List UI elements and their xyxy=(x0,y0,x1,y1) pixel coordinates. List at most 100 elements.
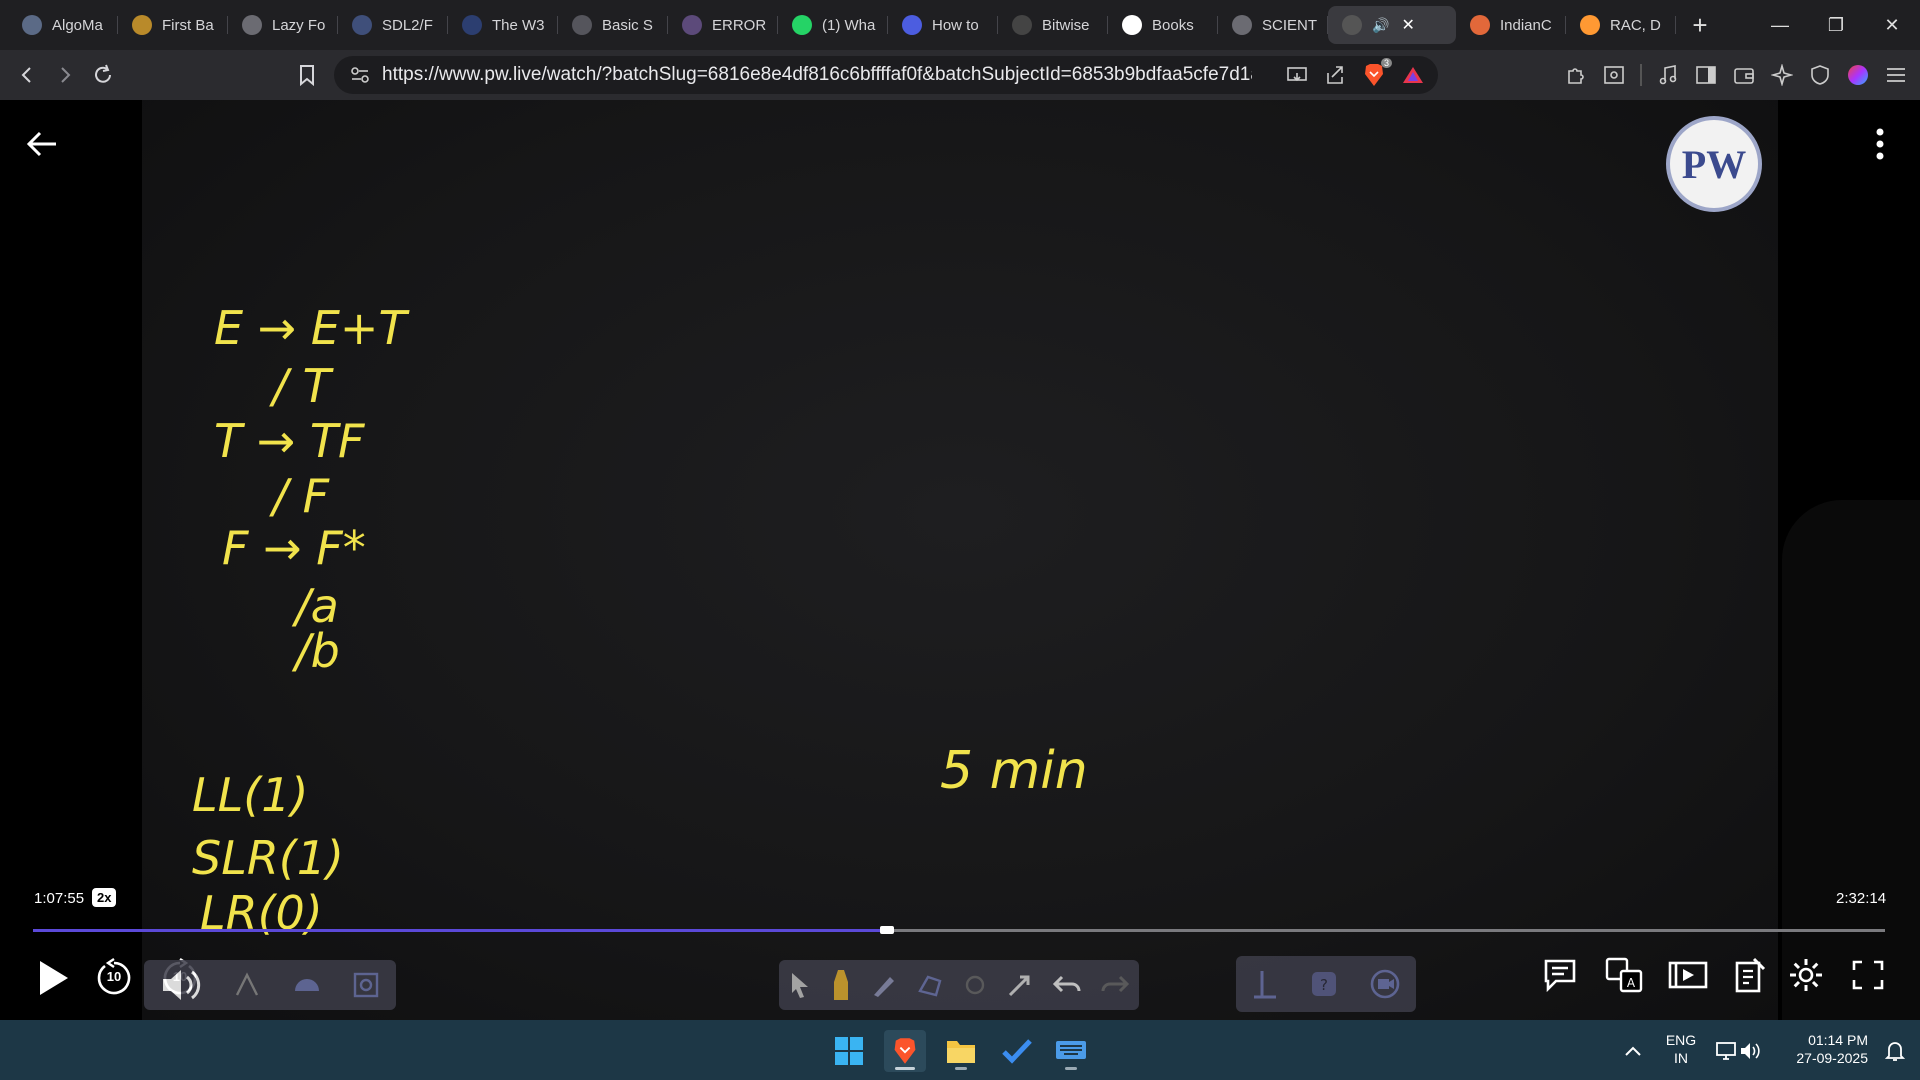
browser-tab[interactable]: Bitwise xyxy=(998,6,1108,44)
chat-button[interactable] xyxy=(1540,955,1580,995)
notifications-button[interactable] xyxy=(1874,1030,1916,1072)
brave-badge: 3 xyxy=(1380,58,1392,68)
seek-bar[interactable] xyxy=(33,926,1885,934)
parser-item: SLR(1) xyxy=(192,831,344,885)
address-bar-actions: 3 xyxy=(1286,56,1424,94)
browser-tab[interactable]: (1) Wha xyxy=(778,6,888,44)
audio-playing-icon[interactable]: 🔊 xyxy=(1372,17,1389,34)
browser-tab[interactable]: Books xyxy=(1108,6,1218,44)
browser-tab[interactable]: Basic S xyxy=(558,6,668,44)
browser-tab[interactable]: First Ba xyxy=(118,6,228,44)
volume-icon[interactable] xyxy=(160,967,202,1003)
close-window-button[interactable]: ✕ xyxy=(1864,0,1920,50)
more-options-icon[interactable] xyxy=(1868,124,1892,164)
leo-ai-icon[interactable] xyxy=(1770,63,1794,87)
translate-button[interactable]: A xyxy=(1604,955,1644,995)
browser-tab[interactable]: How to xyxy=(888,6,998,44)
browser-tab[interactable]: IndianC xyxy=(1456,6,1566,44)
notes-icon xyxy=(1735,957,1766,993)
back-arrow-icon[interactable] xyxy=(22,124,62,164)
settings-button[interactable] xyxy=(1786,955,1826,995)
fullscreen-button[interactable] xyxy=(1848,955,1888,995)
tab-label: IndianC xyxy=(1500,16,1552,34)
bookmark-blue-icon xyxy=(902,15,922,35)
globe-icon xyxy=(1232,15,1252,35)
brave-shields-button[interactable]: 3 xyxy=(1362,58,1392,88)
translate-icon: A xyxy=(1605,957,1643,993)
taskbar-keyboard[interactable] xyxy=(1050,1030,1092,1072)
tab-label: First Ba xyxy=(162,16,214,34)
planet-icon xyxy=(682,15,702,35)
video-chat-icon xyxy=(1370,969,1399,999)
taskbar-brave[interactable] xyxy=(884,1030,926,1072)
rewind-10-button[interactable]: 10 xyxy=(94,955,134,1001)
protractor-tool-icon xyxy=(294,979,319,991)
annotation-toolbar xyxy=(779,960,1139,1010)
minimize-button[interactable]: — xyxy=(1752,0,1808,50)
reload-button[interactable] xyxy=(84,56,122,94)
keyboard-icon xyxy=(1056,1041,1086,1059)
cursor-icon xyxy=(792,973,808,998)
language-indicator[interactable]: ENG IN xyxy=(1662,1031,1700,1067)
browser-tab[interactable]: SDL2/F xyxy=(338,6,448,44)
restore-button[interactable]: ❐ xyxy=(1808,0,1864,50)
new-tab-button[interactable]: + xyxy=(1682,7,1718,43)
taskbar-file-explorer[interactable] xyxy=(940,1030,982,1072)
google-icon xyxy=(1122,15,1142,35)
play-button[interactable] xyxy=(34,955,74,1001)
show-hidden-icons[interactable] xyxy=(1612,1030,1654,1072)
menu-icon[interactable] xyxy=(1884,63,1908,87)
highlighter-icon xyxy=(834,970,848,1000)
reload-icon xyxy=(95,64,111,83)
browser-tab[interactable]: SCIENT xyxy=(1218,6,1328,44)
grammar-line: E → E+T xyxy=(214,301,407,355)
vpn-shield-icon[interactable] xyxy=(1808,63,1832,87)
browser-tab[interactable]: 🔊 ✕ xyxy=(1328,6,1456,44)
share-icon[interactable] xyxy=(1324,65,1346,85)
video-player[interactable]: PW E → E+T / TT → TF / FF → F* /a /b LL(… xyxy=(0,100,1920,1020)
browser-tab[interactable]: RAC, D xyxy=(1566,6,1676,44)
back-button[interactable] xyxy=(8,56,46,94)
start-button[interactable] xyxy=(828,1030,870,1072)
browser-tab[interactable]: Lazy Fo xyxy=(228,6,338,44)
install-app-icon[interactable] xyxy=(1286,65,1308,85)
window-controls: — ❐ ✕ xyxy=(1752,0,1920,50)
playback-speed-badge[interactable]: 2x xyxy=(92,888,117,907)
notes-button[interactable] xyxy=(1730,955,1770,995)
grammar-line: T → TF xyxy=(214,414,365,468)
close-tab-icon[interactable]: ✕ xyxy=(1401,15,1414,35)
algomaster-icon xyxy=(22,15,42,35)
extensions-icon[interactable] xyxy=(1564,63,1588,87)
page-search-icon[interactable] xyxy=(1602,63,1626,87)
media-icon[interactable] xyxy=(1656,63,1680,87)
network-volume-tray[interactable] xyxy=(1708,1030,1768,1072)
profile-avatar[interactable] xyxy=(1846,63,1870,87)
tab-label: (1) Wha xyxy=(822,16,876,34)
grammar-line: /a xyxy=(222,579,339,633)
taskbar-todo[interactable] xyxy=(996,1030,1038,1072)
network-icon xyxy=(1716,1042,1736,1060)
stairs-icon xyxy=(132,15,152,35)
toolbar-divider xyxy=(1640,64,1642,86)
grammar-line: F → F* xyxy=(222,521,366,575)
bookmark-button[interactable] xyxy=(288,56,326,94)
url-text[interactable]: https://www.pw.live/watch/?batchSlug=681… xyxy=(382,64,1252,86)
forward-button[interactable] xyxy=(46,56,84,94)
undo-icon xyxy=(1052,975,1081,993)
address-bar[interactable]: https://www.pw.live/watch/?batchSlug=681… xyxy=(334,56,1438,94)
browser-tab[interactable]: AlgoMa xyxy=(8,6,118,44)
brave-rewards-icon[interactable] xyxy=(1402,65,1424,85)
browser-tab[interactable]: ERROR xyxy=(668,6,778,44)
seek-handle[interactable] xyxy=(879,926,894,934)
wallet-icon[interactable] xyxy=(1732,63,1756,87)
clock[interactable]: 01:14 PM 27-09-2025 xyxy=(1776,1031,1868,1067)
tab-list: AlgoMa First Ba Lazy Fo SDL2/F The W3 Basic S… xyxy=(8,6,1676,44)
region-code: IN xyxy=(1674,1050,1688,1066)
speaker-icon xyxy=(1741,1043,1760,1059)
sidebar-icon[interactable] xyxy=(1694,63,1718,87)
browser-tab[interactable]: The W3 xyxy=(448,6,558,44)
pw-logo: PW xyxy=(1666,116,1762,212)
running-indicator xyxy=(1065,1067,1077,1070)
picture-in-picture-button[interactable] xyxy=(1668,955,1708,995)
site-settings-icon[interactable] xyxy=(350,66,370,84)
